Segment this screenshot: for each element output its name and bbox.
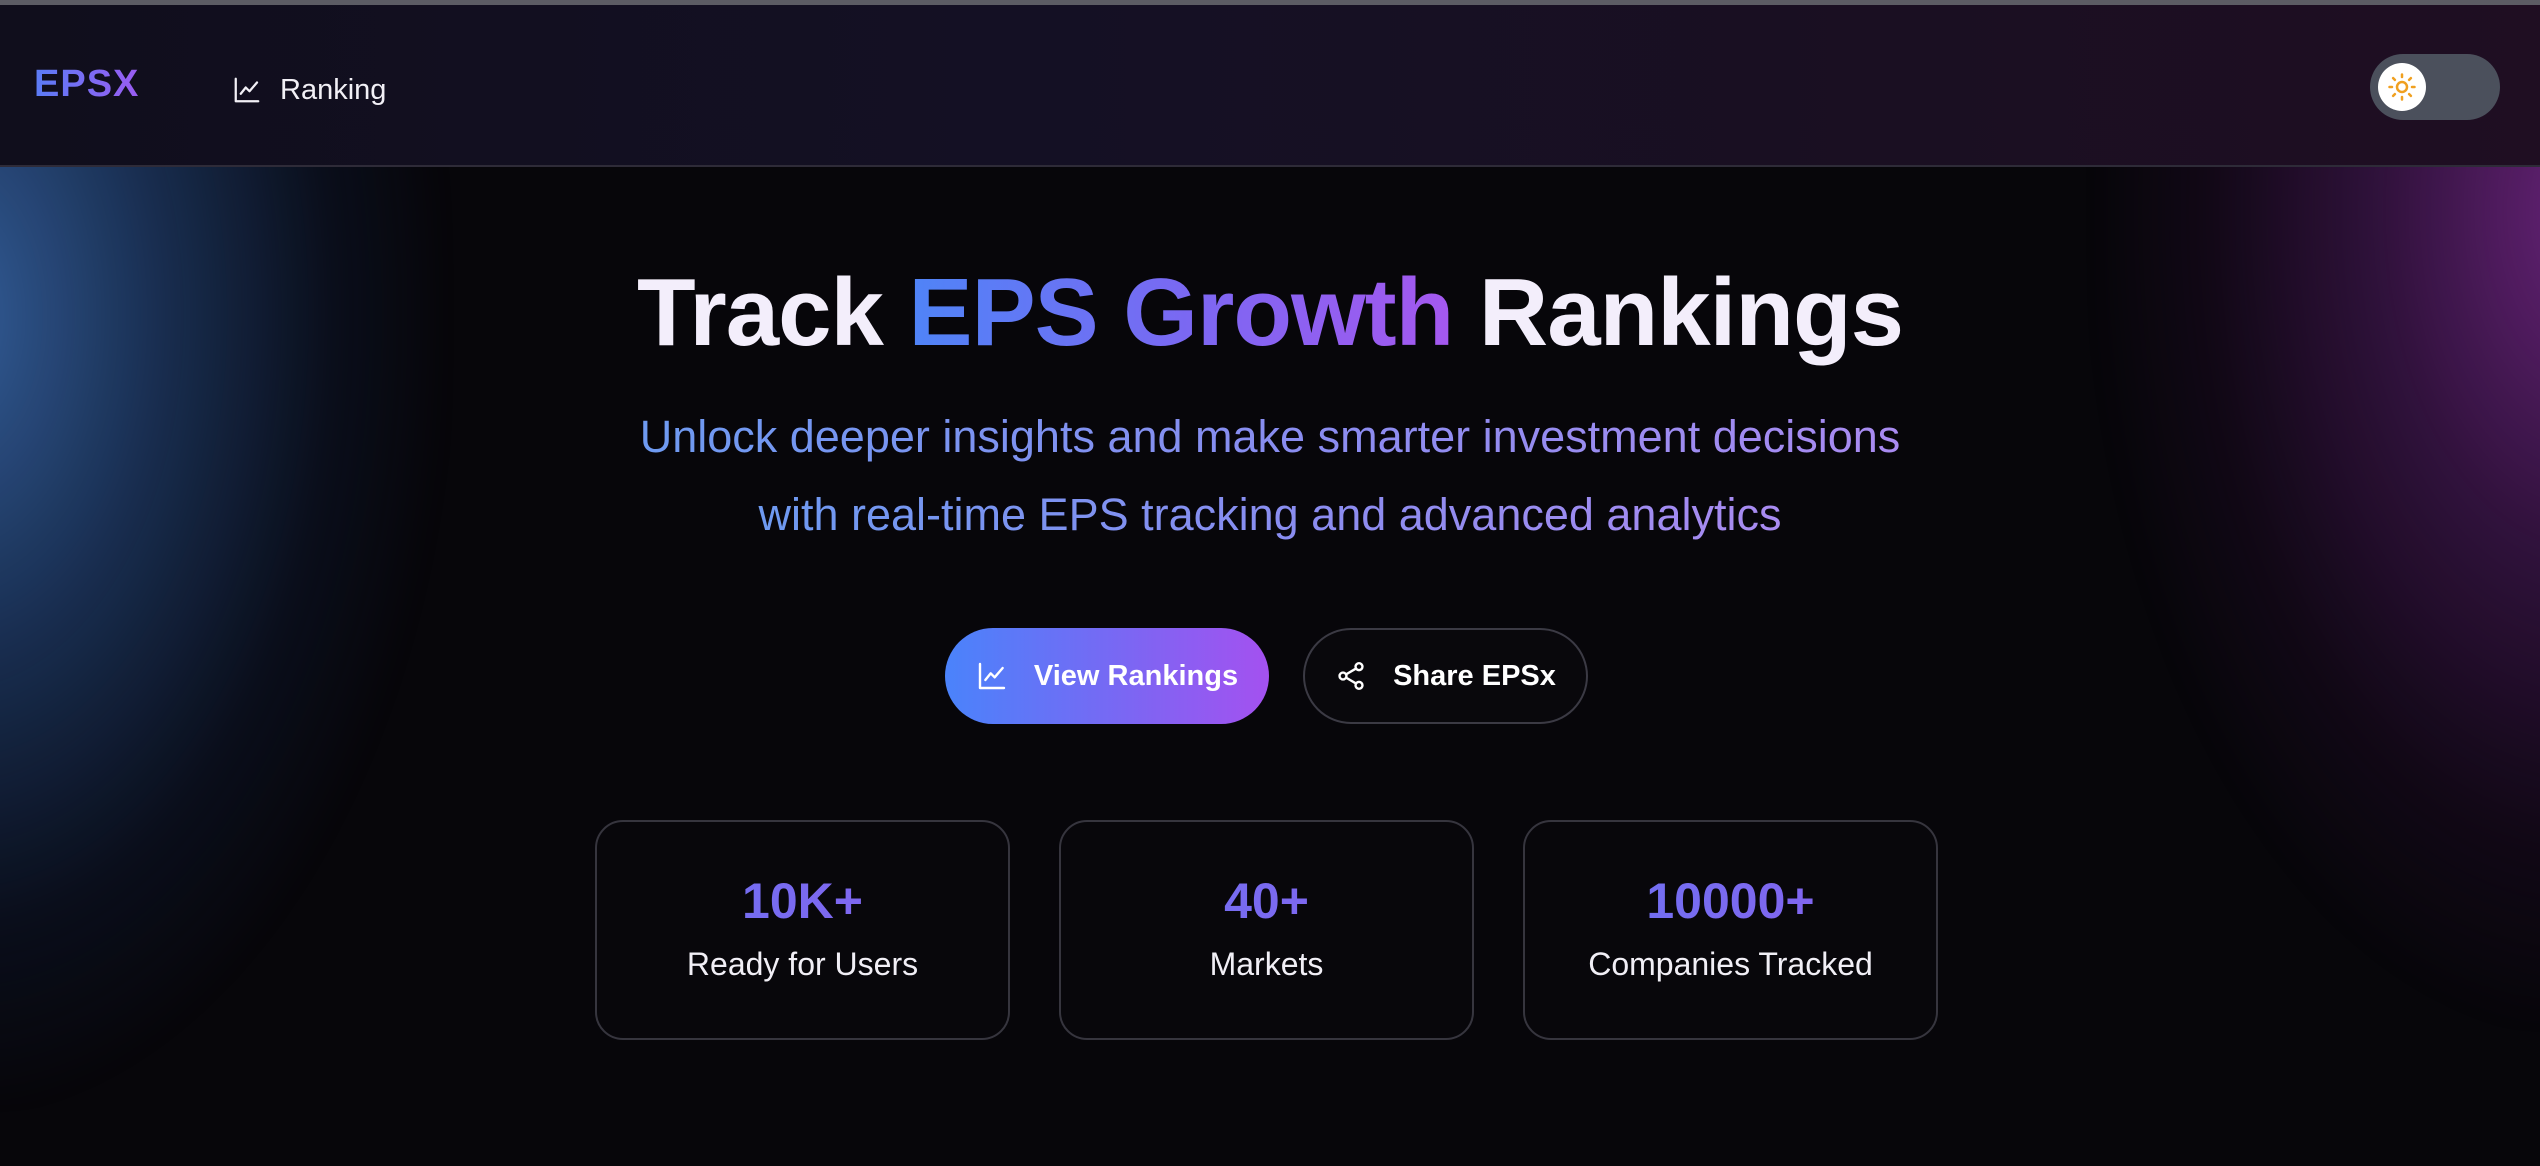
hero-subtitle: Unlock deeper insights and make smarter … (0, 398, 2540, 554)
ambient-glow-right (2100, 120, 2540, 1020)
stat-value: 10000+ (1525, 872, 1936, 930)
share-epsx-button[interactable]: Share EPSx (1303, 628, 1588, 724)
theme-toggle-knob (2378, 63, 2426, 111)
navbar: EPSX Ranking (0, 5, 2540, 167)
hero-title-suffix: Rankings (1478, 259, 1904, 366)
line-chart-icon (976, 660, 1008, 692)
stat-value: 40+ (1061, 872, 1472, 930)
stat-value: 10K+ (597, 872, 1008, 930)
sun-icon (2388, 73, 2416, 101)
stat-card-companies: 10000+ Companies Tracked (1523, 820, 1938, 1040)
page: EPSX Ranking Track EPS Growth Rankings U… (0, 0, 2540, 1166)
nav-item-ranking[interactable]: Ranking (232, 67, 386, 113)
hero-title-prefix: Track (636, 259, 884, 366)
stat-caption: Companies Tracked (1588, 946, 1873, 982)
theme-toggle[interactable] (2370, 54, 2500, 120)
share-icon (1335, 660, 1367, 692)
stat-card-users: 10K+ Ready for Users (595, 820, 1010, 1040)
hero-subtitle-line-2: with real-time EPS tracking and advanced… (758, 489, 1782, 540)
stat-card-markets: 40+ Markets (1059, 820, 1474, 1040)
hero-title-highlight: EPS Growth (908, 259, 1455, 366)
line-chart-icon (232, 75, 262, 105)
hero-subtitle-line-1: Unlock deeper insights and make smarter … (639, 411, 1901, 462)
stat-caption: Ready for Users (686, 946, 919, 982)
hero-title: Track EPS Growth Rankings (0, 258, 2540, 368)
view-rankings-button[interactable]: View Rankings (945, 628, 1269, 724)
share-epsx-label: Share EPSx (1393, 659, 1556, 692)
stat-caption: Markets (1209, 946, 1324, 982)
view-rankings-label: View Rankings (1033, 659, 1239, 692)
nav-item-label: Ranking (280, 73, 387, 106)
logo[interactable]: EPSX (34, 63, 139, 106)
